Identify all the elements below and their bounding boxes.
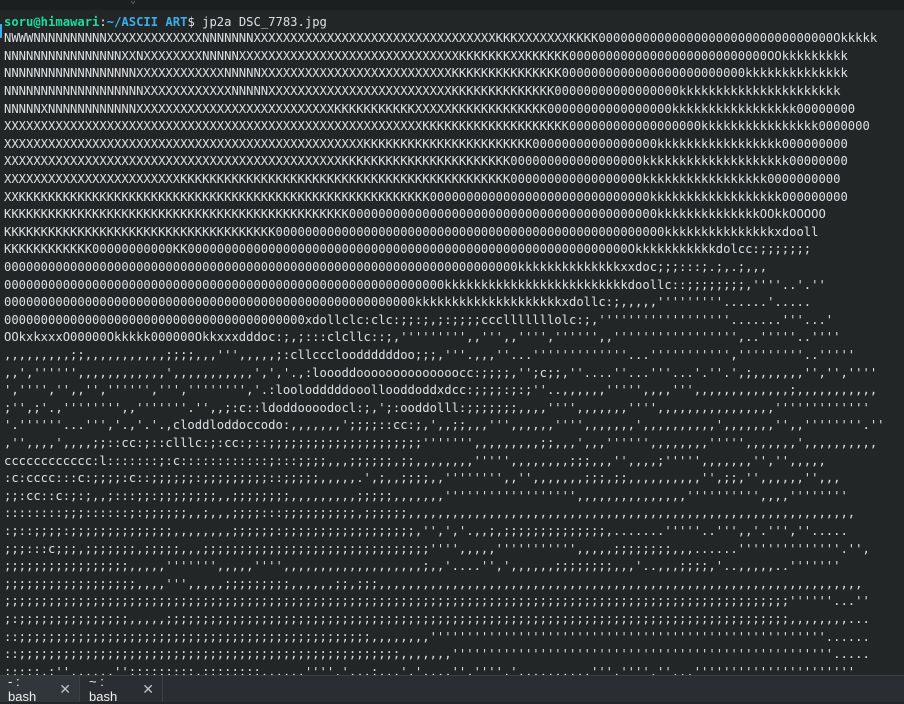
ascii-line: 0000000000000000000000000000000000000000… bbox=[4, 312, 834, 327]
prompt-dollar: $ bbox=[187, 15, 195, 29]
ascii-line: NNNNNNNNNNNNNNNNNNNXXXXXXXXXXXXNNNNNXXXX… bbox=[4, 84, 841, 98]
tab-label: - : bash bbox=[8, 674, 37, 704]
ascii-line: ;;;:::c;;;,;;;;;;;,;;;;;,,,;;;;;;;;;;;;;… bbox=[4, 541, 870, 556]
ascii-line: ::;;;;;;;;;;;;;;;;;;;;;;;;;;;;;;;;;;;;;;… bbox=[4, 629, 870, 644]
ascii-line: 0000000000000000000000000000000000000000… bbox=[4, 295, 812, 310]
ascii-line: ;;;;;;;;;;;;;;;;;,,,,,''''''',,,,,'''',,… bbox=[4, 559, 841, 574]
ascii-line: XXXXXXXXXXXXXXXXXXXXXXXXKKKKKKKKKKKKKKKK… bbox=[4, 172, 841, 186]
prompt-path: ~/ASCII ART bbox=[106, 15, 188, 29]
terminal-tab-bar: - : bash ✕ ~ : bash ✕ bbox=[0, 674, 904, 704]
tab-bash-1[interactable]: - : bash ✕ bbox=[0, 674, 80, 704]
ascii-line: :c:cccc:::c:;;;;:c::;;;;;;:;;;;;;;;;::;;… bbox=[4, 471, 841, 486]
ascii-line: 0000000000000000000000000000000000000000… bbox=[4, 277, 826, 292]
ascii-line: '.''''''...''','.,'.'.,cloddloddoccodo:,… bbox=[4, 418, 885, 433]
window-top-strip: ⌄ bbox=[0, 0, 904, 10]
tab-bash-2[interactable]: ~ : bash ✕ bbox=[81, 674, 163, 704]
close-icon[interactable]: ✕ bbox=[59, 681, 71, 698]
top-chevron-icon: ⌄ bbox=[130, 0, 137, 6]
ascii-line: ;:;;;;;;;;;;;;;;;,,,,,;;;;;;;;;;;;;;;;;;… bbox=[4, 612, 870, 626]
ascii-line: NWWWNNNNNNNNNNXXXXXXXXXXXXXNNNNNNNXXXXXX… bbox=[4, 31, 878, 46]
ascii-line: NNNNNNNNNNNNNNNNNNXXXXXXXXXXXXNNNNNXXXXX… bbox=[4, 66, 848, 81]
ascii-line: ,,,,,,,,,;;,,,,,,,,,,,;;;;,,,''',,,,,;:c… bbox=[4, 348, 856, 362]
ascii-line: OOkxkxxxO00000Okkkkk000000Okkxxxdddoc:;,… bbox=[4, 330, 841, 345]
ascii-line: ,,','''''',,,,,,,,,,,,',,,,,,,,,,,',','.… bbox=[4, 365, 878, 380]
ascii-line: XXKKKKKKKKKKKKKKKKKKKKKKKKKKKKKKKKKKKKKK… bbox=[4, 189, 848, 204]
ascii-line: ,'',,,,',,,,;;::cc:;::clllc:;:cc:;::;;;;… bbox=[4, 436, 878, 450]
ascii-line: :;::;;;;:;;;;;;;;;;;;;;,,,,,,,,;;;;;;:;;… bbox=[4, 524, 848, 538]
ascii-line: NNNNNNNNNNNNNNNNXXNXXXXXXXXNNNNNXXXXXXXX… bbox=[4, 48, 848, 63]
ascii-line: 0000000000000000000000000000000000000000… bbox=[4, 260, 768, 274]
close-icon[interactable]: ✕ bbox=[142, 681, 154, 698]
prompt-command: jp2a DSC_7783.jpg bbox=[194, 15, 327, 29]
ascii-line: ;;;;;;;;;;;;;;;;;;,,,,''',,,,,;;;;;;;;;,… bbox=[4, 576, 863, 591]
ascii-line: KKKKKKKKKKKKKKKKKKKKKKKKKKKKKKKKKKKKKKKK… bbox=[4, 207, 826, 222]
ascii-line: ;;:cc::c:;:;,,;:::;;:;;;;;;;;,,;;;;;;;;,… bbox=[4, 488, 848, 503]
ascii-line: ::;;;;;;;;;;;;;;;;;;;;;;;;;;;;;;;;;;;;;;… bbox=[4, 647, 870, 662]
ascii-line: NNNNNXNNNNNNNNNNNNXXXXXXXXXXXXXXXXXXXXXX… bbox=[4, 101, 856, 116]
tab-label: ~ : bash bbox=[89, 674, 118, 704]
ascii-line: XXXXXXXXXXXXXXXXXXXXXXXXXXXXXXXXXXXXXXXX… bbox=[4, 119, 870, 134]
ascii-line: ','''','',,'','''''',''','''''''','.:loo… bbox=[4, 383, 878, 398]
ascii-line: XXXXXXXXXXXXXXXXXXXXXXXXXXXXXXXXXXXXXXXX… bbox=[4, 136, 848, 151]
ascii-line: cccccccccccc:l:::::::;:c::::::::::::;:::… bbox=[4, 453, 826, 468]
ascii-line: ;'',;'.,'''''''',,'''''''.'',,;:c::ldodd… bbox=[4, 400, 870, 415]
terminal-output[interactable]: soru@himawari:~/ASCII ART$ jp2a DSC_7783… bbox=[0, 10, 904, 675]
ascii-line: KKKKKKKKKKKKKKKKKKKKKKKKKKKKKKKKKKKKK000… bbox=[4, 224, 819, 239]
prompt-user-host: soru@himawari bbox=[4, 15, 100, 29]
ascii-line: ;;;;;;;;;;;;;;;;;;;;;;;;;;;;;;;;;;;;;;;;… bbox=[4, 594, 870, 609]
ascii-line: ::::::::;;;::::::;:;;;;;;,,;,,,;;;;:::;;… bbox=[4, 506, 856, 521]
prompt-separator: : bbox=[99, 15, 107, 29]
prompt-line: soru@himawari:~/ASCII ART$ jp2a DSC_7783… bbox=[4, 14, 904, 30]
ascii-line: ;::;;,;'',,,,,,'';;;;;;:;;,;;;;;;;;,,,,,… bbox=[4, 664, 856, 675]
ascii-line: KKKKKKKKKKKK00000000000KK000000000000000… bbox=[4, 242, 812, 257]
ascii-line: XXXXXXXXXXXXXXXXXXXXXXXXXXXXXXXXXXXXXXXX… bbox=[4, 154, 848, 169]
terminal-scroll-indicator bbox=[0, 24, 2, 38]
